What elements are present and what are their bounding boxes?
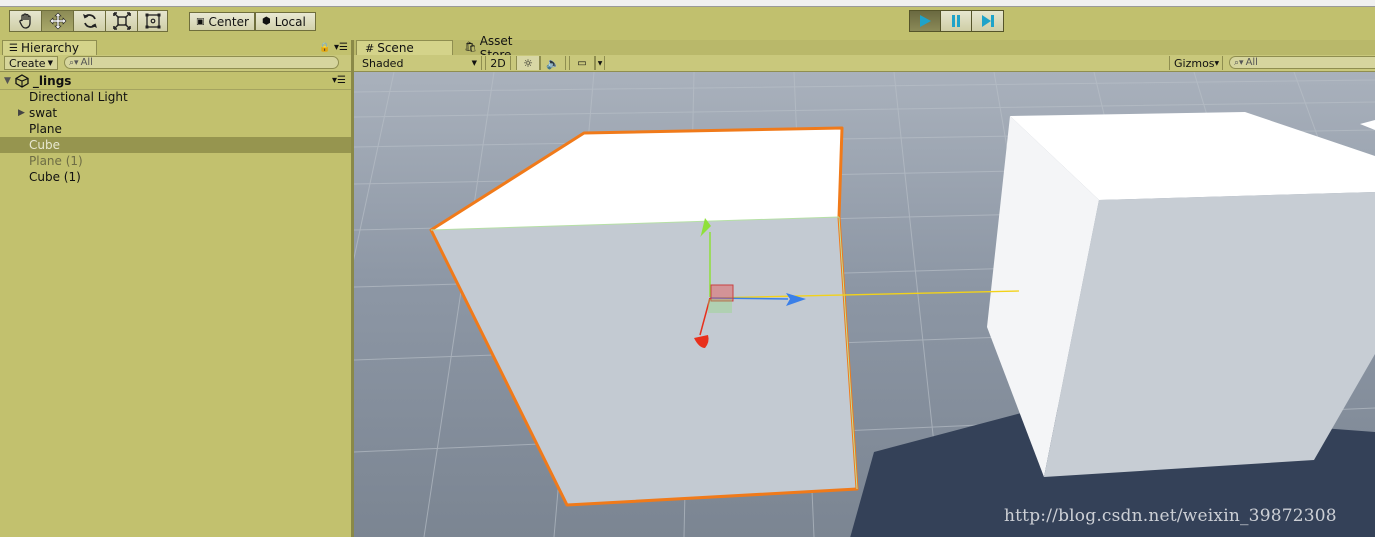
tab-hierarchy-label: Hierarchy (20, 41, 79, 55)
create-button-label: Create (9, 56, 46, 70)
tab-asset-store[interactable]: 🛍 Asset Store (456, 34, 556, 62)
shading-mode-dropdown[interactable]: Shaded ▼ (358, 56, 482, 70)
xz-plane-handle[interactable] (708, 299, 732, 313)
hierarchy-item[interactable]: Cube (1) (0, 169, 352, 185)
hand-tool-button[interactable] (9, 10, 42, 32)
scene-toolbar: Shaded ▼ 2D ☼ 🔈 ▭ ▼ Gizmos ▼ ⌕▾ All (354, 55, 1375, 72)
play-button[interactable] (909, 10, 941, 32)
expand-arrow-icon[interactable]: ▶ (18, 108, 29, 118)
cube-icon: ⬢ (262, 16, 271, 27)
play-icon (920, 15, 931, 27)
2d-toggle-label: 2D (490, 56, 506, 70)
tab-hierarchy[interactable]: ☰ Hierarchy (2, 40, 97, 55)
hierarchy-search-placeholder: All (80, 57, 93, 68)
scale-tool-button[interactable] (105, 10, 138, 32)
hierarchy-item-label: Plane (1) (29, 154, 83, 168)
hierarchy-item-label: Plane (29, 122, 62, 136)
2d-toggle[interactable]: 2D (485, 56, 511, 70)
hierarchy-search-input[interactable]: ⌕▾ All (64, 56, 339, 69)
scene-search-input[interactable]: ⌕▾ All (1229, 56, 1375, 69)
dropdown-arrow-icon: ▼ (471, 59, 477, 67)
pivot-center-toggle[interactable]: ▣ Center (189, 12, 255, 31)
scene-tab-bar: # Scene 🛍 Asset Store (354, 34, 1375, 62)
hierarchy-item[interactable]: Plane (0, 121, 352, 137)
image-icon: ▭ (577, 57, 587, 69)
scene-search-placeholder: All (1245, 57, 1258, 68)
pivot-space-toggle[interactable]: ⬢ Local (255, 12, 316, 31)
scene-menu-icon[interactable]: ▾☰ (332, 75, 346, 86)
menu-strip (0, 0, 1375, 7)
scene-viewport[interactable] (354, 72, 1375, 537)
step-icon (981, 15, 994, 27)
list-icon: ☰ (9, 42, 18, 54)
search-icon: ⌕▾ (69, 57, 79, 68)
hierarchy-toolbar: Create ▼ ⌕▾ All (0, 55, 352, 72)
scene-root-row[interactable]: ▼ _lings ▾☰ (0, 72, 352, 90)
effects-dropdown[interactable]: ▼ (595, 56, 605, 70)
pause-icon (952, 15, 960, 27)
rect-transform-icon (145, 13, 160, 29)
rotate-icon (82, 14, 97, 28)
speaker-icon: 🔈 (546, 56, 560, 70)
panel-menu-icon[interactable]: ▾☰ (334, 42, 348, 53)
dropdown-arrow-icon: ▼ (1214, 59, 1220, 67)
step-button[interactable] (971, 10, 1004, 32)
lock-icon[interactable]: 🔒 (319, 43, 330, 53)
cube-1 (987, 112, 1375, 477)
lighting-toggle[interactable]: ☼ (516, 56, 540, 70)
dropdown-arrow-icon: ▼ (597, 59, 603, 67)
dropdown-arrow-icon: ▼ (47, 59, 53, 67)
tab-scene-label: Scene (377, 41, 414, 55)
scene-name: _lings (32, 73, 72, 88)
pivot-space-label: Local (274, 14, 306, 29)
effects-toggle[interactable]: ▭ (569, 56, 595, 70)
hierarchy-item-selected[interactable]: Cube (0, 137, 352, 153)
sun-icon: ☼ (523, 56, 533, 70)
scale-icon (112, 12, 131, 30)
gizmos-label: Gizmos (1174, 56, 1215, 70)
create-button[interactable]: Create ▼ (4, 56, 58, 70)
hierarchy-item[interactable]: ▶ swat (0, 105, 352, 121)
pivot-icon: ▣ (196, 16, 205, 27)
grid-icon: # (365, 41, 375, 55)
move-arrows-icon (49, 12, 66, 30)
move-tool-button[interactable] (41, 10, 74, 32)
hierarchy-item-label: Directional Light (29, 90, 128, 104)
tab-scene[interactable]: # Scene (356, 40, 453, 55)
shading-mode-label: Shaded (362, 56, 404, 70)
search-icon: ⌕▾ (1234, 57, 1244, 68)
unity-scene-icon (15, 73, 29, 88)
gizmos-dropdown[interactable]: Gizmos ▼ (1169, 56, 1223, 70)
rect-tool-button[interactable] (137, 10, 168, 32)
xy-plane-handle[interactable] (710, 284, 734, 302)
audio-toggle[interactable]: 🔈 (540, 56, 566, 70)
hierarchy-item-label: Cube (29, 138, 60, 152)
watermark: http://blog.csdn.net/weixin_39872308 (1004, 506, 1337, 526)
hierarchy-item-label: Cube (1) (29, 170, 81, 184)
hierarchy-item-label: swat (29, 106, 58, 120)
store-icon: 🛍 (464, 42, 477, 53)
pause-button[interactable] (940, 10, 972, 32)
pivot-center-label: Center (208, 14, 249, 29)
expand-arrow-icon: ▼ (4, 75, 11, 86)
hierarchy-item[interactable]: Directional Light (0, 89, 352, 105)
rotate-tool-button[interactable] (73, 10, 106, 32)
hand-icon (18, 13, 31, 29)
hierarchy-item[interactable]: Plane (1) (0, 153, 352, 169)
